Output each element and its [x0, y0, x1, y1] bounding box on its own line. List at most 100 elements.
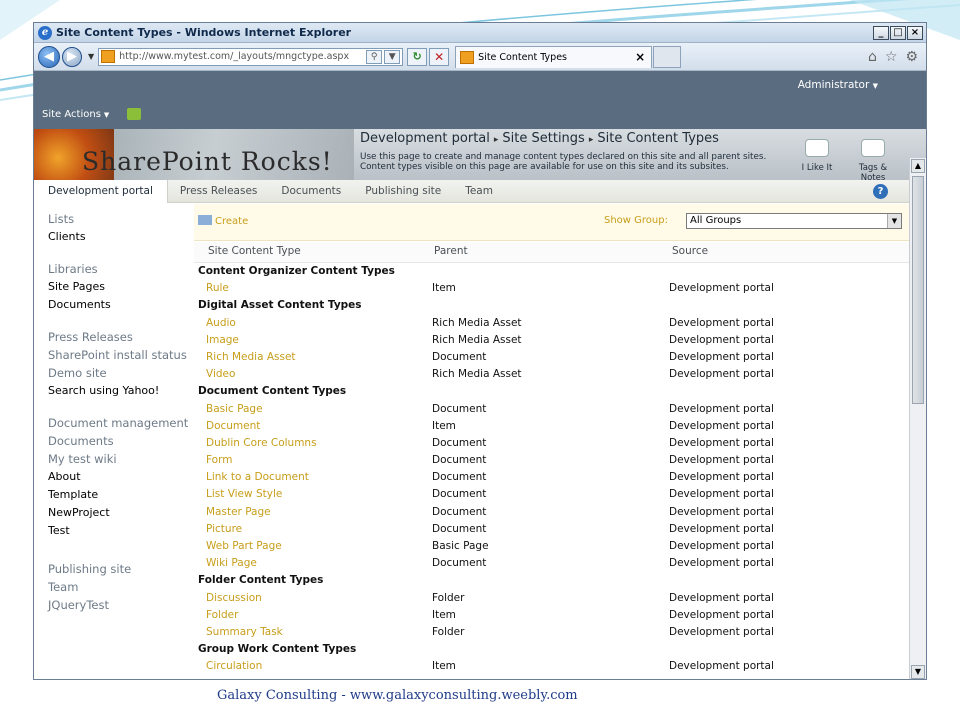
content-type-link[interactable]: Circulation: [206, 660, 262, 672]
content-type-link[interactable]: Link to a Document: [206, 471, 309, 483]
url-dropdown-icon[interactable]: ▼: [384, 49, 401, 64]
table-row: Discussion Folder Development portal: [194, 590, 910, 607]
tab-close-icon[interactable]: ×: [635, 50, 645, 64]
settings-gear-icon[interactable]: ⚙: [905, 49, 918, 65]
scroll-down-icon[interactable]: ▼: [911, 665, 925, 679]
page-description: Use this page to create and manage conte…: [360, 152, 767, 172]
quicklaunch-item[interactable]: Team: [48, 578, 192, 596]
search-icon[interactable]: ⚲: [366, 49, 383, 64]
quicklaunch-item[interactable]: My test wiki: [48, 450, 192, 468]
history-dropdown-icon[interactable]: ▼: [88, 52, 94, 61]
parent-cell: Item: [432, 660, 456, 673]
sharepoint-ribbon: Site Actions ▼ Administrator ▼: [34, 71, 926, 129]
parent-cell: Document: [432, 488, 487, 501]
home-icon[interactable]: ⌂: [868, 49, 877, 65]
quicklaunch-item[interactable]: Press Releases: [48, 328, 192, 346]
site-actions-menu[interactable]: Site Actions ▼: [42, 109, 109, 120]
quicklaunch-item[interactable]: Documents: [48, 432, 192, 450]
content-type-link[interactable]: Web Part Page: [206, 540, 282, 552]
content-type-link[interactable]: Dublin Core Columns: [206, 437, 317, 449]
forward-button[interactable]: ▶: [62, 46, 82, 67]
window-title: Site Content Types - Windows Internet Ex…: [56, 26, 352, 39]
address-bar: ◀ ▶ ▼ http://www.mytest.com/_layouts/mng…: [34, 43, 926, 71]
group-header-row: Content Organizer Content Types: [194, 263, 910, 280]
quicklaunch-item[interactable]: NewProject: [48, 504, 192, 522]
tags-notes-button[interactable]: Tags & Notes: [850, 139, 896, 183]
quicklaunch-item[interactable]: Documents: [48, 296, 192, 314]
new-tab-button[interactable]: [653, 45, 682, 68]
browser-tab[interactable]: Site Content Types ×: [455, 45, 653, 68]
group-name: Document Content Types: [198, 385, 347, 398]
close-window-button[interactable]: ×: [907, 25, 923, 40]
back-button[interactable]: ◀: [38, 45, 60, 68]
quicklaunch-item[interactable]: Clients: [48, 228, 192, 246]
table-row: Basic Page Document Development portal: [194, 401, 910, 418]
topnav-documents[interactable]: Documents: [269, 180, 353, 203]
table-row: Video Rich Media Asset Development portal: [194, 366, 910, 383]
topnav-publishing-site[interactable]: Publishing site: [353, 180, 453, 203]
content-type-link[interactable]: Wiki Page: [206, 557, 257, 569]
quicklaunch-item[interactable]: Libraries: [48, 260, 192, 278]
help-icon[interactable]: ?: [873, 184, 888, 199]
quicklaunch-item[interactable]: Template: [48, 486, 192, 504]
quicklaunch-item[interactable]: Publishing site: [48, 560, 192, 578]
refresh-button[interactable]: ↻: [407, 47, 428, 66]
quick-launch: Lists Clients Libraries Site Pages Documents…: [34, 204, 192, 679]
content-type-link[interactable]: Rule: [206, 282, 229, 294]
stop-button[interactable]: ✕: [429, 47, 450, 66]
create-label: Create: [215, 216, 249, 227]
content-type-link[interactable]: Rich Media Asset: [206, 351, 296, 363]
scroll-thumb[interactable]: [912, 176, 924, 404]
quicklaunch-item[interactable]: Site Pages: [48, 278, 192, 296]
topnav-press-releases[interactable]: Press Releases: [168, 180, 269, 203]
content-type-link[interactable]: Basic Page: [206, 403, 263, 415]
topnav-team[interactable]: Team: [453, 180, 505, 203]
content-type-link[interactable]: Form: [206, 454, 232, 466]
content-type-link[interactable]: Discussion: [206, 592, 262, 604]
quicklaunch-item[interactable]: JQueryTest: [48, 596, 192, 614]
content-type-link[interactable]: Document: [206, 420, 260, 432]
quicklaunch-item[interactable]: Test: [48, 522, 192, 540]
show-group-value: All Groups: [690, 215, 742, 226]
create-button[interactable]: Create: [198, 215, 248, 227]
group-name: Digital Asset Content Types: [198, 299, 362, 312]
user-menu[interactable]: Administrator ▼: [798, 79, 878, 91]
table-row: Rich Media Asset Document Development port…: [194, 349, 910, 366]
content-type-link[interactable]: List View Style: [206, 488, 282, 500]
content-type-link[interactable]: Image: [206, 334, 239, 346]
content-type-link[interactable]: Folder: [206, 609, 238, 621]
vertical-scrollbar[interactable]: ▲ ▼: [909, 158, 926, 679]
navigate-up-icon[interactable]: [127, 108, 141, 120]
scroll-up-icon[interactable]: ▲: [911, 159, 925, 173]
quicklaunch-item[interactable]: SharePoint install status: [48, 346, 192, 364]
topnav-development-portal[interactable]: Development portal: [34, 179, 168, 203]
quicklaunch-item[interactable]: Demo site: [48, 364, 192, 382]
content-type-link[interactable]: Picture: [206, 523, 242, 535]
quicklaunch-item[interactable]: Search using Yahoo!: [48, 382, 192, 400]
breadcrumb-current-page: Site Content Types: [597, 131, 719, 146]
breadcrumb-development-portal[interactable]: Development portal: [360, 131, 490, 146]
minimize-button[interactable]: _: [873, 25, 889, 40]
i-like-it-label: I Like It: [801, 163, 833, 173]
site-actions-label: Site Actions: [42, 109, 101, 120]
table-row: Rule Item Development portal: [194, 280, 910, 297]
select-arrow-icon[interactable]: ▼: [887, 214, 901, 228]
content-type-link[interactable]: Summary Task: [206, 626, 283, 638]
maximize-button[interactable]: □: [890, 25, 906, 40]
content-type-link[interactable]: Audio: [206, 317, 236, 329]
source-cell: Development portal: [669, 471, 774, 484]
show-group-select[interactable]: All Groups ▼: [686, 213, 902, 229]
i-like-it-button[interactable]: I Like It: [794, 139, 840, 183]
favorites-star-icon[interactable]: ☆: [885, 49, 898, 65]
table-row: Master Page Document Development portal: [194, 504, 910, 521]
quicklaunch-item[interactable]: Lists: [48, 210, 192, 228]
url-field[interactable]: http://www.mytest.com/_layouts/mngctype.…: [98, 47, 404, 66]
content-type-link[interactable]: Master Page: [206, 506, 271, 518]
source-cell: Development portal: [669, 333, 774, 346]
breadcrumb-site-settings[interactable]: Site Settings: [502, 131, 584, 146]
ie-icon: e: [38, 25, 52, 40]
quicklaunch-item[interactable]: Document management: [48, 414, 192, 432]
content-type-link[interactable]: Video: [206, 368, 235, 380]
table-row: Link to a Document Document Development po…: [194, 469, 910, 486]
quicklaunch-item[interactable]: About: [48, 468, 192, 486]
